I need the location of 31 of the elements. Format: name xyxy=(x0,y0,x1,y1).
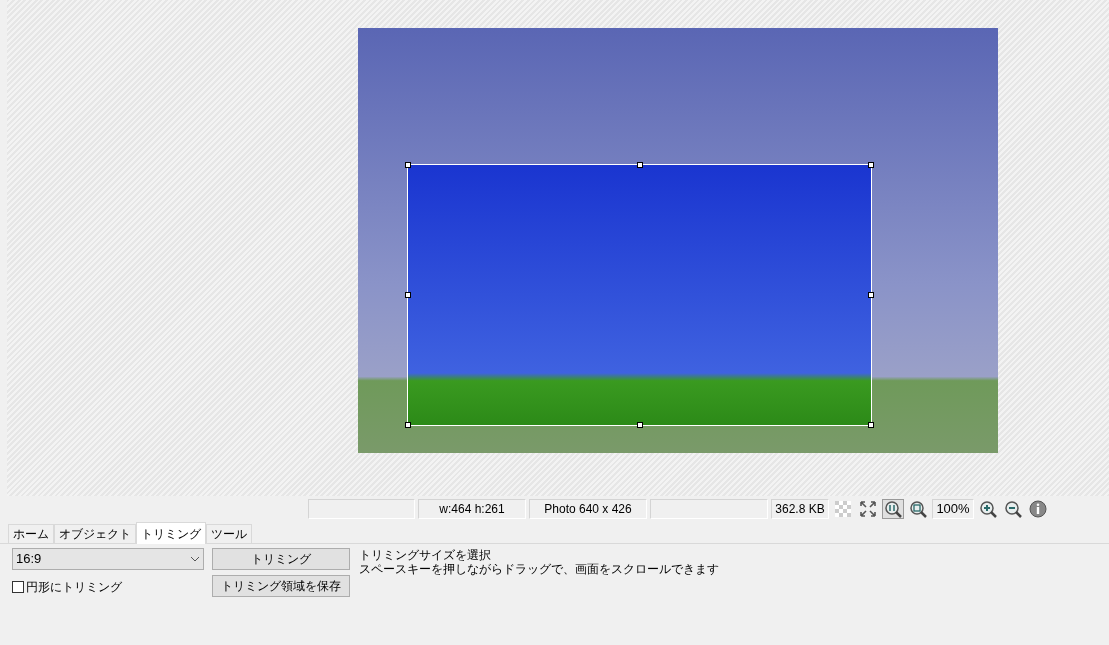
status-field: w:464 h:261 xyxy=(418,499,526,519)
zoom-in-button[interactable] xyxy=(977,499,999,519)
action-button[interactable]: トリミング領域を保存 xyxy=(212,575,350,597)
help-text: スペースキーを押しながらドラッグで、画面をスクロールできます xyxy=(359,562,719,576)
info-button[interactable] xyxy=(1027,499,1049,519)
expand-arrows-button[interactable] xyxy=(857,499,879,519)
zoom-level: 100% xyxy=(932,499,974,519)
crop-handle[interactable] xyxy=(405,422,411,428)
crop-handle[interactable] xyxy=(868,422,874,428)
zoom-out-button[interactable] xyxy=(1002,499,1024,519)
tab[interactable]: ツール xyxy=(206,524,252,543)
magnifier-button[interactable] xyxy=(882,499,904,519)
crop-handle[interactable] xyxy=(637,422,643,428)
action-button[interactable]: トリミング xyxy=(212,548,350,570)
magnifier-button[interactable] xyxy=(907,499,929,519)
crop-handle[interactable] xyxy=(405,292,411,298)
help-text: トリミングサイズを選択 xyxy=(359,548,492,562)
crop-handle[interactable] xyxy=(868,162,874,168)
checkbox-label: 円形にトリミング xyxy=(26,579,122,596)
tab[interactable]: ホーム xyxy=(8,524,54,543)
crop-handle[interactable] xyxy=(868,292,874,298)
status-field: Photo 640 x 426 xyxy=(529,499,647,519)
crop-handle[interactable] xyxy=(405,162,411,168)
tab[interactable]: オブジェクト xyxy=(54,524,136,543)
crop-handle[interactable] xyxy=(637,162,643,168)
aspect-ratio-dropdown[interactable]: 16:9 xyxy=(12,548,204,570)
tab[interactable]: トリミング xyxy=(136,522,206,544)
checkerboard-button[interactable] xyxy=(832,499,854,519)
caret-icon xyxy=(190,556,200,562)
checkbox[interactable] xyxy=(12,581,24,593)
status-field: 362.8 KB xyxy=(771,499,829,519)
